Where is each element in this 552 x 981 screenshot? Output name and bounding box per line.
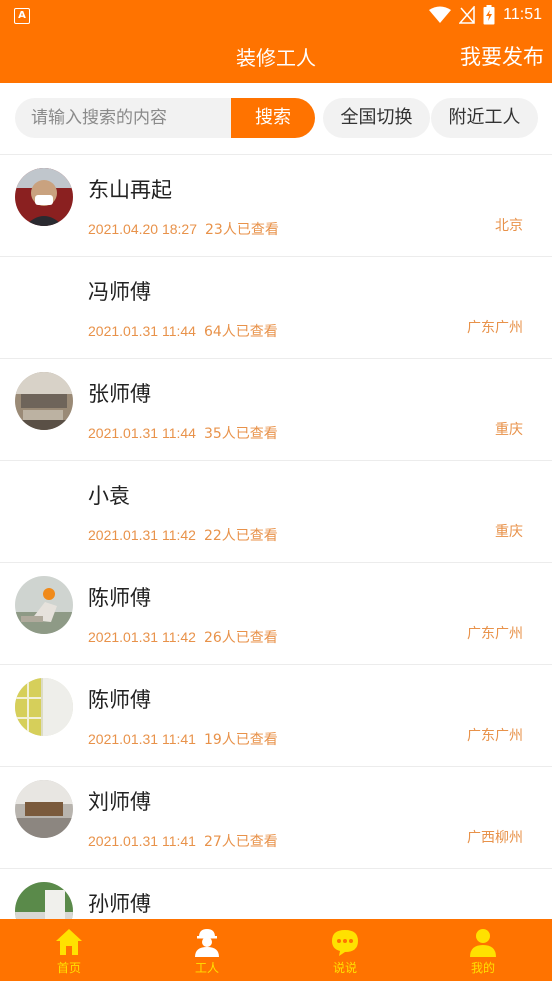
post-meta: 2021.01.31 11:41 27人已查看 (88, 831, 278, 851)
tab-workers[interactable]: 工人 (138, 919, 276, 981)
view-count: 26人已查看 (203, 630, 278, 646)
chat-icon (332, 930, 358, 956)
view-count: 19人已查看 (203, 732, 278, 748)
nearby-workers-button[interactable]: 附近工人 (431, 98, 538, 138)
post-meta: 2021.01.31 11:41 19人已查看 (88, 729, 278, 749)
publish-button[interactable]: 我要发布 (460, 41, 544, 71)
search-button[interactable]: 搜索 (231, 98, 315, 138)
location-label: 北京 (495, 218, 523, 234)
post-meta: 2021.04.20 18:27 23人已查看 (88, 219, 279, 239)
search-input[interactable] (15, 98, 227, 138)
post-meta: 2021.01.31 11:44 35人已查看 (88, 423, 278, 443)
post-meta: 2021.01.31 11:44 64人已查看 (88, 321, 278, 341)
post-meta: 2021.01.31 11:42 22人已查看 (88, 525, 278, 545)
status-time: 11:51 (503, 6, 542, 23)
location-label: 广西柳州 (467, 830, 523, 846)
view-count: 22人已查看 (203, 528, 278, 544)
avatar (15, 678, 73, 736)
list-item[interactable]: 张师傅 2021.01.31 11:44 35人已查看 重庆 (0, 359, 552, 461)
tab-label: 首页 (56, 961, 81, 975)
view-count: 27人已查看 (203, 834, 278, 850)
worker-name: 陈师傅 (88, 688, 151, 712)
profile-icon (470, 929, 496, 957)
status-bar: A 11:51 (0, 0, 552, 30)
post-time: 2021.01.31 11:42 (88, 527, 196, 543)
search-box (15, 98, 231, 138)
no-signal-icon (459, 6, 475, 24)
list-item[interactable]: 东山再起 2021.04.20 18:27 23人已查看 北京 (0, 155, 552, 257)
battery-charging-icon (483, 5, 495, 25)
bottom-tab-bar: 首页 工人 说说 我的 (0, 919, 552, 981)
avatar (15, 882, 73, 919)
location-label: 广东广州 (467, 728, 523, 744)
post-meta: 2021.01.31 11:42 26人已查看 (88, 627, 278, 647)
avatar (15, 576, 73, 634)
avatar (15, 168, 73, 226)
worker-name: 小袁 (88, 484, 130, 508)
worker-name: 东山再起 (88, 178, 172, 202)
tab-label: 我的 (470, 961, 495, 975)
tab-profile[interactable]: 我的 (414, 919, 552, 981)
worker-list: 东山再起 2021.04.20 18:27 23人已查看 北京 冯师傅 2021.… (0, 155, 552, 919)
worker-name: 陈师傅 (88, 586, 151, 610)
app-header: 装修工人 我要发布 (0, 30, 552, 83)
post-time: 2021.01.31 11:41 (88, 731, 196, 747)
list-item[interactable]: 刘师傅 2021.01.31 11:41 27人已查看 广西柳州 (0, 767, 552, 869)
view-count: 64人已查看 (203, 324, 278, 340)
tab-label: 说说 (332, 961, 357, 975)
location-label: 重庆 (495, 422, 523, 438)
post-time: 2021.01.31 11:44 (88, 323, 196, 339)
location-label: 重庆 (495, 524, 523, 540)
post-time: 2021.01.31 11:44 (88, 425, 196, 441)
worker-name: 冯师傅 (88, 280, 151, 304)
avatar (15, 372, 73, 430)
worker-name: 刘师傅 (88, 790, 151, 814)
list-item[interactable]: 陈师傅 2021.01.31 11:42 26人已查看 广东广州 (0, 563, 552, 665)
list-item[interactable]: 小袁 2021.01.31 11:42 22人已查看 重庆 (0, 461, 552, 563)
tab-label: 工人 (194, 961, 219, 975)
view-count: 35人已查看 (203, 426, 278, 442)
location-label: 广东广州 (467, 320, 523, 336)
search-bar: 搜索 全国切换 附近工人 (0, 83, 552, 155)
list-item[interactable]: 冯师傅 2021.01.31 11:44 64人已查看 广东广州 (0, 257, 552, 359)
post-time: 2021.04.20 18:27 (88, 221, 197, 237)
worker-icon (195, 929, 219, 957)
post-time: 2021.01.31 11:42 (88, 629, 196, 645)
avatar (15, 780, 73, 838)
worker-name: 孙师傅 (88, 892, 151, 916)
worker-name: 张师傅 (88, 382, 151, 406)
location-label: 广东广州 (467, 626, 523, 642)
post-time: 2021.01.31 11:41 (88, 833, 196, 849)
nationwide-switch-button[interactable]: 全国切换 (323, 98, 430, 138)
app-notification-icon: A (14, 8, 30, 24)
tab-moments[interactable]: 说说 (276, 919, 414, 981)
wifi-icon (429, 6, 452, 23)
tab-home[interactable]: 首页 (0, 919, 138, 981)
list-item[interactable]: 陈师傅 2021.01.31 11:41 19人已查看 广东广州 (0, 665, 552, 767)
home-icon (56, 929, 82, 955)
view-count: 23人已查看 (205, 222, 279, 238)
list-item[interactable]: 孙师傅 (0, 869, 552, 919)
status-indicators: 11:51 (429, 5, 542, 25)
